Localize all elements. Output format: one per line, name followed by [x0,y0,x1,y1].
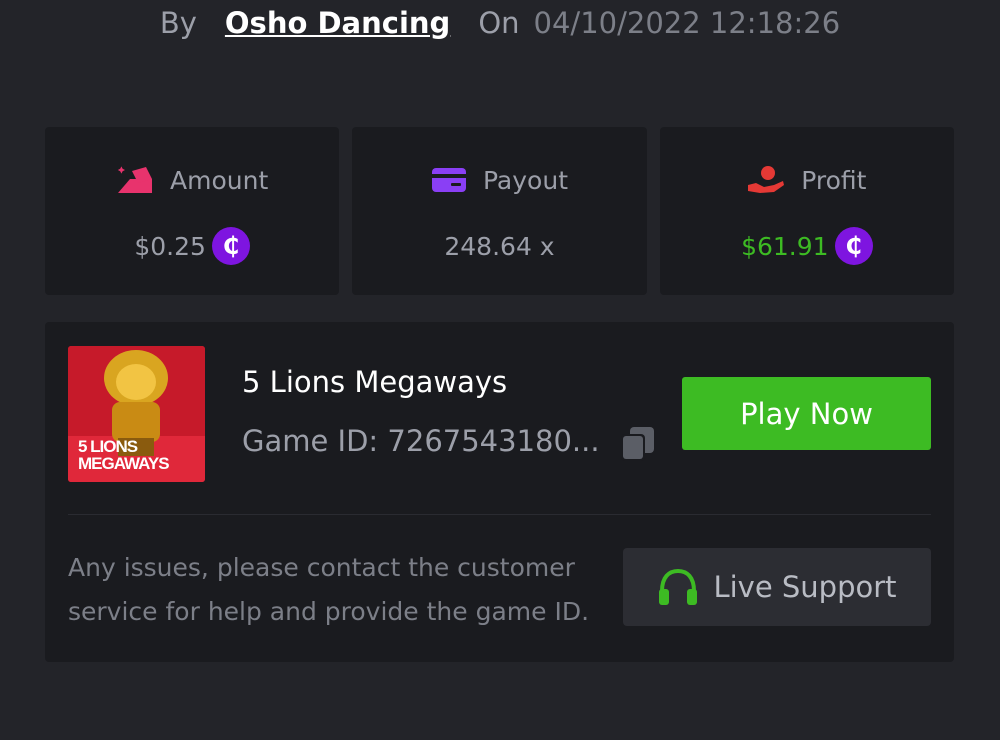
amount-card: Amount $0.25 ₵ [45,127,340,295]
payout-label: Payout [482,165,568,195]
live-support-button[interactable]: Live Support [623,548,931,626]
help-text: Any issues, please contact the customer … [68,553,590,626]
amount-label: Amount [170,165,269,195]
amount-value: $0.25 [134,231,206,261]
on-label: On [478,6,520,40]
game-title: 5 Lions Megaways [242,365,508,399]
bet-byline: By Osho Dancing On 04/10/2022 12:18:26 [0,0,1000,46]
copy-icon[interactable] [619,425,657,463]
headset-icon [659,568,698,605]
username-link[interactable]: Osho Dancing [225,6,450,40]
bet-amount-icon [117,166,153,193]
coin-icon: ₵ [834,227,873,265]
payout-value: 248.64 x [444,231,555,261]
play-now-button[interactable]: Play Now [682,377,931,450]
thumb-title-line1: 5 LIONS [78,437,138,456]
bet-stats: Amount $0.25 ₵ Payout 248.64 x Profit $6… [45,127,954,295]
game-thumbnail[interactable]: 5 LIONS MEGAWAYS [68,346,205,482]
profit-label: Profit [801,165,867,195]
profit-card: Profit $61.91 ₵ [659,127,954,295]
thumb-title-line2: MEGAWAYS [78,454,170,473]
bet-datetime: 04/10/2022 12:18:26 [533,6,841,40]
live-support-label: Live Support [713,570,897,604]
coin-icon: ₵ [211,227,250,265]
payout-card: Payout 248.64 x [352,127,647,295]
game-card: 5 LIONS MEGAWAYS 5 Lions Megaways Game I… [45,322,954,662]
game-id: Game ID: 7267543180... [242,424,600,458]
profit-value: $61.91 [741,231,829,261]
by-label: By [159,6,197,40]
card-icon [431,168,466,192]
hand-profit-icon [748,166,785,193]
divider [68,514,931,515]
